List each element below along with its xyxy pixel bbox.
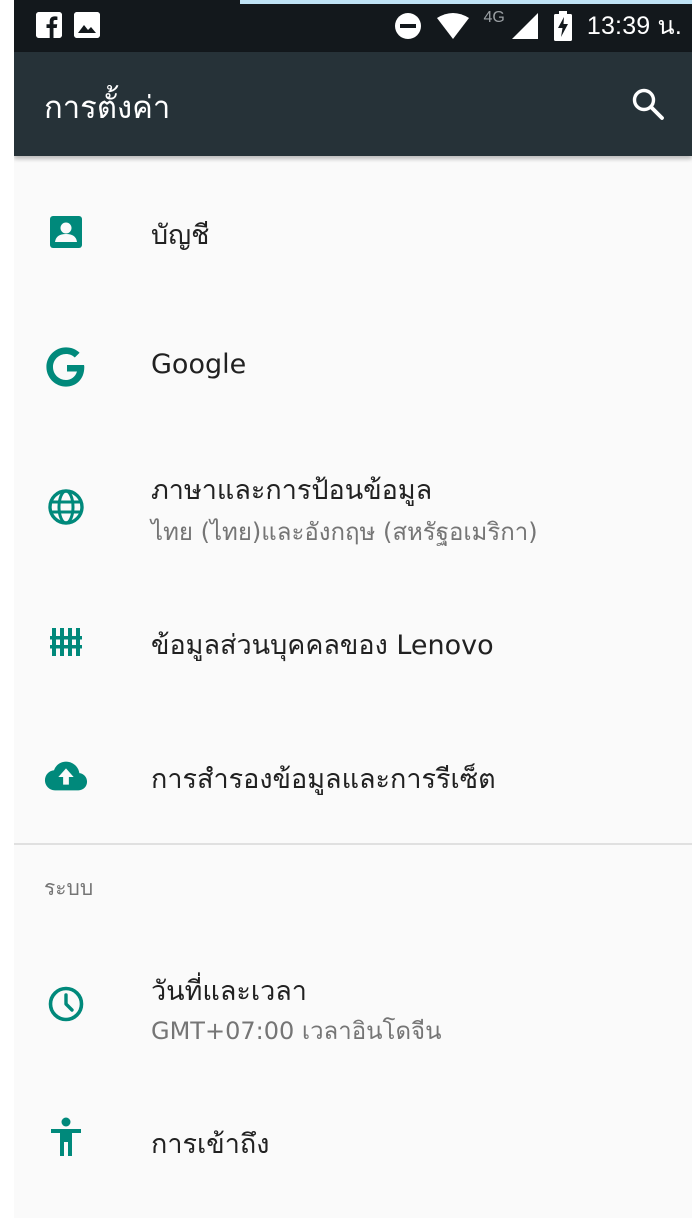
status-bar: 4G 13:39 น. — [14, 0, 692, 52]
search-button[interactable] — [624, 80, 672, 128]
globe-icon — [44, 485, 88, 529]
section-divider — [14, 843, 692, 845]
network-type-label: 4G — [483, 9, 505, 26]
notification-icons — [36, 12, 100, 38]
settings-item-title: ภาษาและการป้อนข้อมูล — [151, 475, 433, 506]
settings-item-subtitle: GMT+07:00 เวลาอินโดจีน — [151, 1017, 442, 1045]
settings-item-subtitle: ไทย (ไทย)และอังกฤษ (สหรัฐอเมริกา) — [151, 518, 538, 546]
battery-charging-icon — [553, 11, 572, 41]
system-icons: 4G 13:39 น. — [394, 8, 683, 44]
section-header-system: ระบบ — [44, 876, 94, 900]
settings-item-title: วันที่และเวลา — [151, 976, 307, 1007]
settings-item-title: การเข้าถึง — [151, 1129, 270, 1160]
settings-item-title: ข้อมูลส่วนบุคคลของ Lenovo — [151, 630, 494, 661]
page-title: การตั้งค่า — [44, 90, 171, 126]
account-icon — [44, 210, 88, 254]
accessibility-icon — [44, 1115, 88, 1159]
settings-item-title: การสำรองข้อมูลและการรีเซ็ต — [151, 764, 496, 795]
signal-icon — [511, 13, 538, 39]
image-icon — [74, 12, 100, 38]
settings-item-google[interactable]: Google — [14, 300, 692, 435]
settings-item-title: Google — [151, 349, 247, 380]
privacy-icon — [44, 620, 88, 664]
settings-item-title: บัญชี — [151, 220, 210, 251]
facebook-icon — [36, 12, 62, 38]
settings-item-backup-reset[interactable]: การสำรองข้อมูลและการรีเซ็ต — [14, 710, 692, 843]
top-accent-line — [240, 0, 692, 4]
settings-item-date-time[interactable]: วันที่และเวลา GMT+07:00 เวลาอินโดจีน — [14, 920, 692, 1075]
settings-screen: 4G 13:39 น. การตั้งค่า บัญชี Google ภาษา… — [14, 0, 692, 1218]
settings-item-accessibility[interactable]: การเข้าถึง — [14, 1075, 692, 1205]
settings-item-lenovo-privacy[interactable]: ข้อมูลส่วนบุคคลของ Lenovo — [14, 575, 692, 710]
settings-item-accounts[interactable]: บัญชี — [14, 160, 692, 300]
clock-icon — [44, 982, 88, 1026]
do-not-disturb-icon — [394, 13, 421, 39]
app-toolbar: การตั้งค่า — [14, 52, 692, 156]
search-icon — [632, 88, 664, 120]
cloud-upload-icon — [44, 754, 88, 798]
settings-item-language-input[interactable]: ภาษาและการป้อนข้อมูล ไทย (ไทย)และอังกฤษ … — [14, 435, 692, 575]
clock-time: 13:39 น. — [586, 12, 682, 40]
wifi-icon — [436, 13, 469, 39]
left-margin — [0, 0, 14, 1218]
google-icon — [44, 345, 88, 389]
